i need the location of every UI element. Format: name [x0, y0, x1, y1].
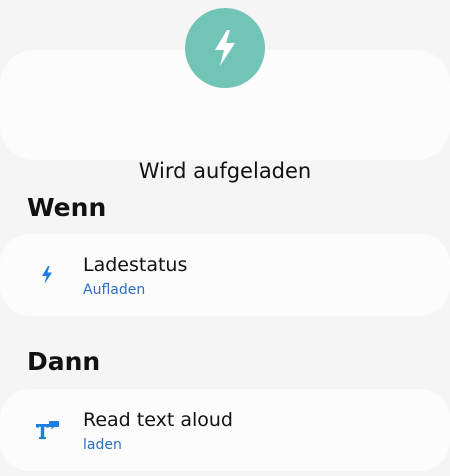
action-title: Read text aloud [83, 409, 233, 431]
text-to-speech-icon [36, 421, 59, 439]
action-value: laden [83, 437, 122, 453]
condition-value: Aufladen [83, 282, 146, 298]
action-icon [34, 417, 60, 443]
condition-icon [34, 262, 60, 288]
then-section-title: Dann [27, 347, 101, 376]
lightning-bolt-icon [215, 30, 235, 66]
lightning-bolt-icon [42, 266, 52, 284]
condition-title: Ladestatus [83, 254, 188, 276]
routine-icon-badge[interactable] [185, 8, 265, 88]
condition-row-charging-status[interactable]: Ladestatus Aufladen [0, 234, 450, 316]
routine-title: Wird aufgeladen [138, 159, 312, 183]
action-row-read-text-aloud[interactable]: Read text aloud laden [0, 389, 450, 471]
if-section-title: Wenn [27, 193, 107, 222]
routine-detail-screen: Wird aufgeladen Wenn Ladestatus Aufladen… [0, 0, 450, 476]
